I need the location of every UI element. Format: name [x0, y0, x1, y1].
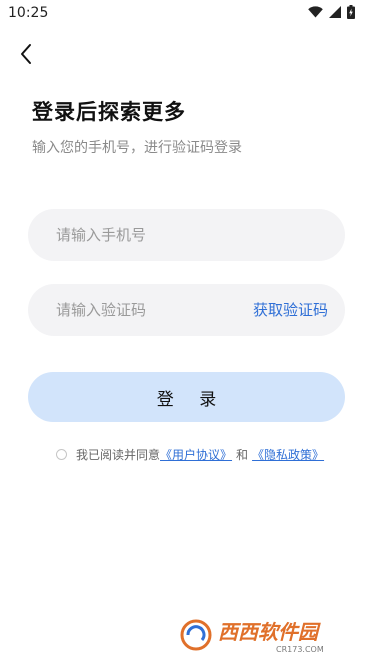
privacy-policy-link[interactable]: 《隐私政策》: [252, 446, 324, 463]
page-subtitle: 输入您的手机号，进行验证码登录: [32, 140, 242, 156]
phone-input[interactable]: [56, 226, 256, 244]
watermark-text: 西西软件园: [218, 620, 321, 644]
user-agreement-link[interactable]: 《用户协议》: [160, 446, 232, 463]
watermark-logo: 西西软件园 CR173.COM: [176, 614, 356, 656]
watermark-domain: CR173.COM: [276, 645, 324, 654]
cellular-signal-icon: [329, 6, 341, 18]
agreement-radio[interactable]: [56, 449, 67, 460]
login-button[interactable]: 登 录: [28, 372, 345, 422]
status-bar: 10:25: [0, 0, 373, 26]
verification-code-input[interactable]: [56, 301, 256, 319]
battery-icon: [347, 5, 355, 19]
get-code-button[interactable]: 获取验证码: [253, 299, 328, 320]
back-button[interactable]: [12, 40, 40, 68]
agreement-prefix: 我已阅读并同意: [76, 448, 161, 462]
chevron-left-icon: [21, 44, 31, 64]
status-time: 10:25: [8, 5, 49, 21]
wifi-icon: [308, 6, 323, 18]
status-icons: [308, 5, 355, 19]
phone-input-container: [28, 209, 345, 261]
code-input-container: 获取验证码: [28, 284, 345, 336]
page-title: 登录后探索更多: [32, 100, 186, 124]
agreement-row: 我已阅读并同意 《用户协议》 和 《隐私政策》: [56, 446, 324, 463]
agreement-and: 和: [236, 448, 249, 462]
